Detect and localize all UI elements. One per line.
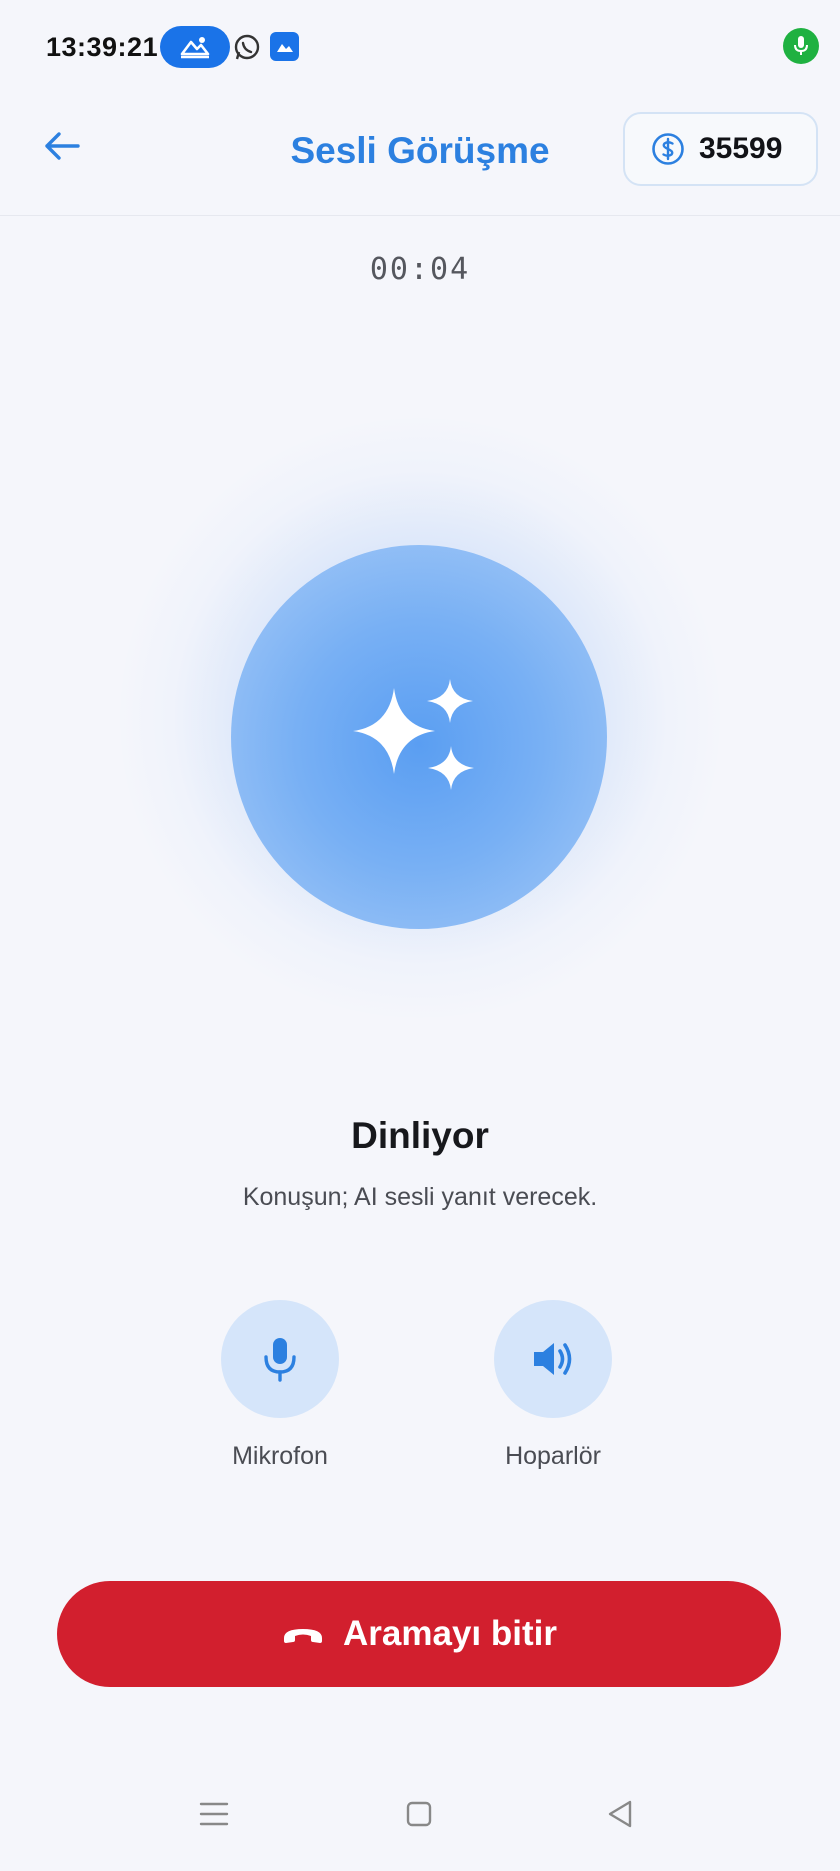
whatsapp-icon [232,32,262,62]
system-nav-bar [0,1780,840,1871]
back-triangle-icon [608,1800,632,1828]
microphone-label: Mikrofon [232,1442,328,1470]
microphone-button[interactable]: Mikrofon [220,1300,340,1471]
speaker-button[interactable]: Hoparlör [493,1300,613,1471]
home-button[interactable] [397,1792,441,1836]
end-call-button[interactable]: Aramayı bitir [57,1581,781,1687]
menu-icon [199,1802,229,1826]
call-timer: 00:04 [369,252,471,287]
phone-hangup-icon [284,1629,323,1643]
microphone-icon [264,1338,296,1382]
speaker-button-circle[interactable] [494,1300,612,1418]
recent-apps-button[interactable] [192,1792,236,1836]
call-state-title: Dinliyor [351,1115,489,1156]
home-square-icon [406,1801,432,1827]
status-bar: 13:39:21 [0,0,840,92]
coin-icon [652,133,684,165]
speaker-label: Hoparlör [505,1442,601,1470]
credit-badge[interactable]: 35599 [623,112,818,186]
ai-orb [231,545,607,929]
system-back-button[interactable] [598,1792,642,1836]
cloud-app-icon [270,32,299,61]
weather-notification-icon [160,26,230,68]
microphone-button-circle[interactable] [221,1300,339,1418]
call-state-subtitle: Konuşun; AI sesli yanıt verecek. [242,1183,598,1211]
status-time: 13:39:21 [46,32,159,62]
mic-active-icon [783,28,819,64]
speaker-icon [534,1343,572,1375]
credit-balance: 35599 [699,132,783,165]
app-header: Sesli Görüşme 35599 [0,92,840,216]
end-call-label: Aramayı bitir [343,1614,557,1653]
sparkles-icon [353,679,474,790]
